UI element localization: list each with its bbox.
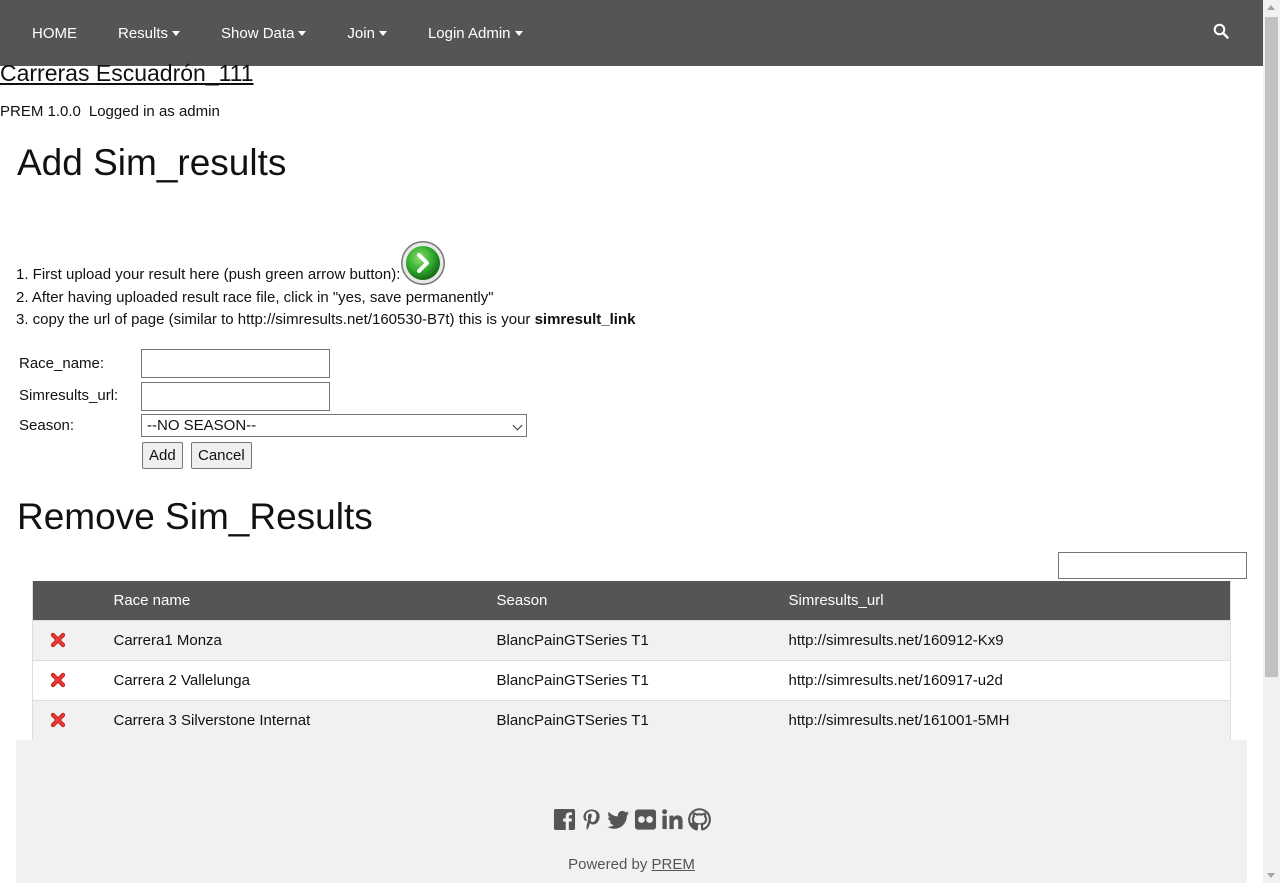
twitter-icon[interactable] [606, 808, 630, 831]
race-name-cell: Carrera1 Monza [113, 619, 497, 660]
caret-down-icon [514, 31, 523, 36]
season-cell: BlancPainGTSeries T1 [496, 659, 789, 700]
simresults-url-input[interactable] [141, 382, 330, 411]
cancel-button[interactable]: Cancel [191, 442, 252, 469]
facebook-icon[interactable] [553, 808, 576, 831]
instruction-step-1: 1. First upload your result here (push g… [16, 266, 401, 283]
nav-home-label: HOME [32, 24, 77, 42]
page-scrollbar[interactable] [1263, 0, 1280, 883]
season-label: Season: [19, 417, 75, 434]
version-line: PREM 1.0.0 Logged in as admin [0, 103, 220, 120]
delete-x-icon[interactable] [50, 712, 66, 728]
simresults-url-cell: http://simresults.net/160917-u2d [788, 659, 1231, 700]
table-search-input[interactable] [1058, 552, 1247, 579]
column-header-simresults-url[interactable]: Simresults_url [788, 581, 1231, 620]
table-row: Carrera 2 Vallelunga BlancPainGTSeries T… [32, 659, 1231, 700]
social-links [16, 808, 1247, 831]
simresults-url-label: Simresults_url: [19, 387, 119, 404]
chevron-down-icon [512, 420, 523, 431]
prem-link[interactable]: PREM [652, 856, 695, 873]
pinterest-icon[interactable] [580, 808, 603, 831]
version-text: PREM 1.0.0 [0, 103, 81, 120]
season-cell: BlancPainGTSeries T1 [496, 699, 789, 741]
flickr-icon[interactable] [634, 808, 657, 831]
caret-down-icon [378, 31, 387, 36]
github-icon[interactable] [687, 808, 711, 831]
delete-cell [32, 699, 114, 741]
page-footer: Powered by PREM [16, 740, 1247, 883]
search-icon[interactable] [1213, 23, 1229, 39]
race-name-cell: Carrera 3 Silverstone Internat [113, 699, 497, 741]
simresults-url-cell: http://simresults.net/161001-5MH [788, 699, 1231, 741]
nav-show-data-label: Show Data [221, 24, 295, 42]
delete-cell [32, 659, 114, 700]
linkedin-icon[interactable] [661, 808, 684, 831]
site-title-link[interactable]: Carreras Escuadrón_111 [0, 60, 254, 87]
nav-show-data-dropdown[interactable]: Show Data [221, 24, 307, 42]
nav-login-admin-label: Login Admin [427, 24, 511, 42]
caret-down-icon [172, 31, 181, 36]
column-header-race-name[interactable]: Race name [113, 581, 497, 620]
nav-login-admin-dropdown[interactable]: Login Admin [428, 25, 523, 42]
season-cell: BlancPainGTSeries T1 [496, 619, 789, 660]
scroll-down-arrow-icon[interactable] [1267, 873, 1275, 878]
delete-x-icon[interactable] [50, 672, 66, 688]
caret-down-icon [298, 31, 307, 36]
nav-results-label: Results [118, 24, 169, 42]
race-name-label: Race_name: [19, 355, 105, 372]
instruction-step-3: 3. copy the url of page (similar to http… [16, 309, 635, 331]
season-select[interactable]: --NO SEASON-- [141, 414, 527, 437]
season-selected-value: --NO SEASON-- [147, 417, 257, 434]
race-name-input[interactable] [141, 349, 330, 378]
logged-in-text: Logged in as admin [88, 103, 220, 120]
nav-results-dropdown[interactable]: Results [118, 24, 181, 42]
green-arrow-upload-button[interactable] [399, 240, 447, 286]
delete-x-icon[interactable] [50, 632, 66, 648]
simresult-link-emphasis: simresult_link [534, 311, 636, 328]
race-name-cell: Carrera 2 Vallelunga [113, 659, 497, 700]
top-navbar: HOME Results Show Data Join Login Admin [0, 0, 1263, 66]
delete-cell [32, 619, 114, 660]
nav-join-label: Join [347, 24, 375, 42]
sim-results-table: Race name Season Simresults_url Carrera1… [32, 581, 1231, 741]
instruction-step-3-text: 3. copy the url of page (similar to http… [16, 311, 531, 328]
nav-home[interactable]: HOME [32, 25, 77, 42]
scroll-up-arrow-icon[interactable] [1267, 5, 1275, 10]
remove-section-heading: Remove Sim_Results [17, 496, 373, 537]
nav-join-dropdown[interactable]: Join [347, 25, 387, 42]
simresults-url-cell: http://simresults.net/160912-Kx9 [788, 619, 1231, 660]
powered-by-label: Powered by [568, 856, 648, 873]
table-row: Carrera1 Monza BlancPainGTSeries T1 http… [32, 619, 1231, 660]
add-button[interactable]: Add [142, 442, 183, 469]
column-header-season[interactable]: Season [496, 581, 789, 620]
column-header-delete [32, 581, 114, 620]
add-section-heading: Add Sim_results [17, 142, 287, 183]
scrollbar-thumb[interactable] [1265, 17, 1278, 677]
powered-by-text: Powered by PREM [16, 856, 1247, 873]
table-row: Carrera 3 Silverstone Internat BlancPain… [32, 699, 1231, 741]
table-header-row: Race name Season Simresults_url [32, 581, 1231, 620]
instruction-step-2: 2. After having uploaded result race fil… [16, 289, 494, 306]
